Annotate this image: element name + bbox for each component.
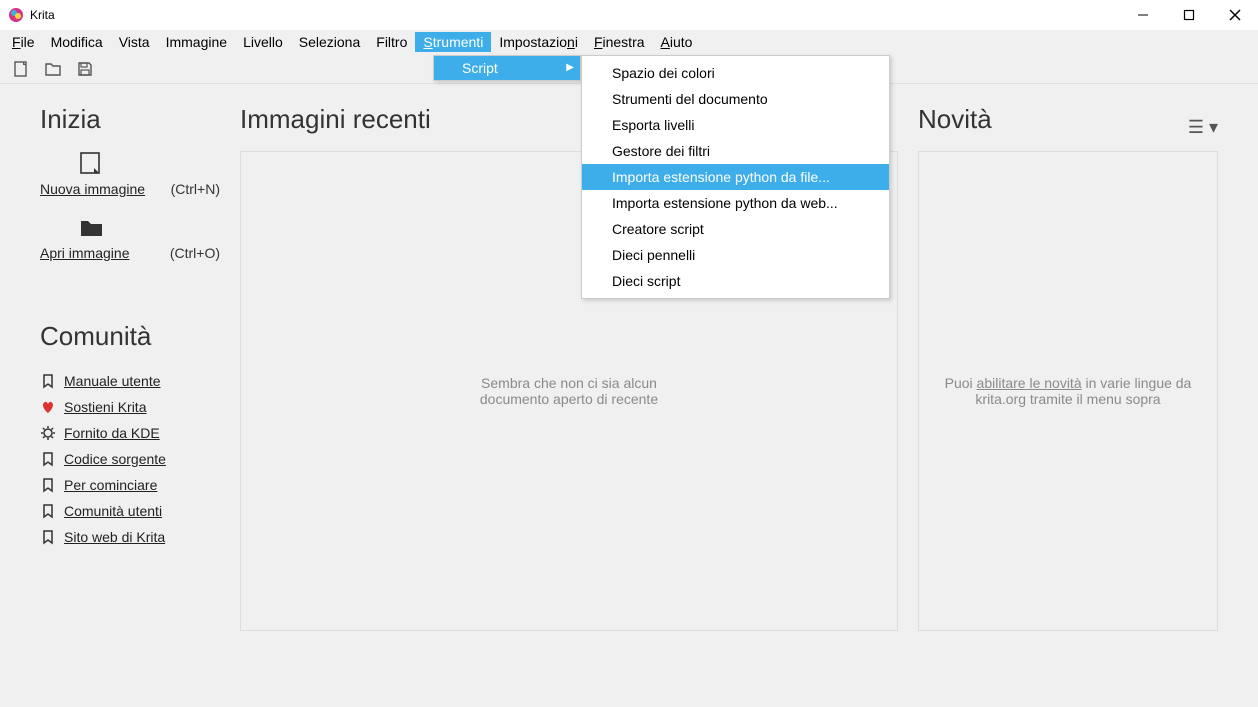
news-panel: Puoi abilitare le novità in varie lingue… bbox=[918, 151, 1218, 631]
news-heading: Novità bbox=[918, 104, 992, 135]
new-image-shortcut: (Ctrl+N) bbox=[171, 181, 220, 197]
submenu-script-label: Script bbox=[462, 60, 498, 76]
menu-edit[interactable]: Modifica bbox=[43, 32, 111, 52]
bookmark-icon bbox=[40, 503, 56, 519]
bookmark-icon bbox=[40, 529, 56, 545]
minimize-icon bbox=[1137, 9, 1149, 21]
new-image-block[interactable]: Nuova immagine (Ctrl+N) bbox=[40, 151, 220, 197]
script-item-export-layers[interactable]: Esporta livelli bbox=[582, 112, 889, 138]
script-item-ten-scripts[interactable]: Dieci script bbox=[582, 268, 889, 294]
news-text-1: Puoi bbox=[945, 375, 977, 391]
new-image-label: Nuova immagine bbox=[40, 181, 145, 197]
community-support-label: Sostieni Krita bbox=[64, 399, 146, 415]
script-item-ten-brushes[interactable]: Dieci pennelli bbox=[582, 242, 889, 268]
recent-empty-line1: Sembra che non ci sia alcun bbox=[481, 375, 657, 391]
recent-empty-text: Sembra che non ci sia alcun documento ap… bbox=[480, 375, 658, 407]
save-icon[interactable] bbox=[76, 60, 94, 78]
community-getstarted-label: Per cominciare bbox=[64, 477, 157, 493]
chevron-right-icon: ▶ bbox=[566, 62, 574, 73]
tools-submenu: Script ▶ bbox=[433, 55, 581, 81]
kde-icon bbox=[40, 425, 56, 441]
menu-file[interactable]: File bbox=[4, 32, 43, 52]
community-source-label: Codice sorgente bbox=[64, 451, 166, 467]
community-kde[interactable]: Fornito da KDE bbox=[40, 420, 220, 446]
community-heading: Comunità bbox=[40, 321, 220, 352]
news-enable-link[interactable]: abilitare le novità bbox=[977, 375, 1082, 391]
submenu-script[interactable]: Script ▶ bbox=[434, 56, 580, 80]
community-manual[interactable]: Manuale utente bbox=[40, 368, 220, 394]
menu-select[interactable]: Seleziona bbox=[291, 32, 369, 52]
start-column: Inizia Nuova immagine (Ctrl+N) Apri imma… bbox=[40, 104, 220, 631]
open-image-icon bbox=[78, 215, 106, 239]
menu-filter[interactable]: Filtro bbox=[368, 32, 415, 52]
maximize-button[interactable] bbox=[1166, 0, 1212, 30]
minimize-button[interactable] bbox=[1120, 0, 1166, 30]
bookmark-icon bbox=[40, 477, 56, 493]
community-support[interactable]: Sostieni Krita bbox=[40, 394, 220, 420]
start-heading: Inizia bbox=[40, 104, 220, 135]
maximize-icon bbox=[1183, 9, 1195, 21]
menu-image[interactable]: Immagine bbox=[158, 32, 235, 52]
community-kde-label: Fornito da KDE bbox=[64, 425, 160, 441]
community-getstarted[interactable]: Per cominciare bbox=[40, 472, 220, 498]
script-item-filter-manager[interactable]: Gestore dei filtri bbox=[582, 138, 889, 164]
new-file-icon[interactable] bbox=[12, 60, 30, 78]
close-icon bbox=[1228, 8, 1242, 22]
open-image-shortcut: (Ctrl+O) bbox=[170, 245, 220, 261]
open-image-label: Apri immagine bbox=[40, 245, 129, 261]
title-bar: Krita bbox=[0, 0, 1258, 30]
community-users[interactable]: Comunità utenti bbox=[40, 498, 220, 524]
community-source[interactable]: Codice sorgente bbox=[40, 446, 220, 472]
script-item-doc-tools[interactable]: Strumenti del documento bbox=[582, 86, 889, 112]
menu-settings[interactable]: Impostazioni bbox=[491, 32, 586, 52]
community-website[interactable]: Sito web di Krita bbox=[40, 524, 220, 550]
community-users-label: Comunità utenti bbox=[64, 503, 162, 519]
community-list: Manuale utente Sostieni Krita Fornito da… bbox=[40, 368, 220, 550]
bookmark-icon bbox=[40, 451, 56, 467]
menu-bar: File Modifica Vista Immagine Livello Sel… bbox=[0, 30, 1258, 54]
close-button[interactable] bbox=[1212, 0, 1258, 30]
community-website-label: Sito web di Krita bbox=[64, 529, 165, 545]
window-controls bbox=[1120, 0, 1258, 30]
menu-window[interactable]: Finestra bbox=[586, 32, 653, 52]
recent-empty-line2: documento aperto di recente bbox=[480, 391, 658, 407]
window-title: Krita bbox=[30, 8, 55, 22]
script-submenu: Spazio dei colori Strumenti del document… bbox=[581, 55, 890, 299]
menu-help[interactable]: Aiuto bbox=[653, 32, 701, 52]
menu-layer[interactable]: Livello bbox=[235, 32, 291, 52]
script-item-import-file[interactable]: Importa estensione python da file... bbox=[582, 164, 889, 190]
script-item-color-space[interactable]: Spazio dei colori bbox=[582, 60, 889, 86]
bookmark-icon bbox=[40, 373, 56, 389]
community-manual-label: Manuale utente bbox=[64, 373, 161, 389]
krita-logo-icon bbox=[8, 7, 24, 23]
news-menu-button[interactable]: ☰ ▾ bbox=[1188, 117, 1218, 138]
news-text: Puoi abilitare le novità in varie lingue… bbox=[939, 375, 1197, 407]
menu-view[interactable]: Vista bbox=[111, 32, 158, 52]
news-column: Novità ☰ ▾ Puoi abilitare le novità in v… bbox=[918, 104, 1218, 631]
open-folder-icon[interactable] bbox=[44, 60, 62, 78]
heart-icon bbox=[40, 399, 56, 415]
open-image-block[interactable]: Apri immagine (Ctrl+O) bbox=[40, 215, 220, 261]
menu-tools[interactable]: Strumenti bbox=[415, 32, 491, 52]
script-item-creator[interactable]: Creatore script bbox=[582, 216, 889, 242]
script-item-import-web[interactable]: Importa estensione python da web... bbox=[582, 190, 889, 216]
new-image-icon bbox=[78, 151, 106, 175]
